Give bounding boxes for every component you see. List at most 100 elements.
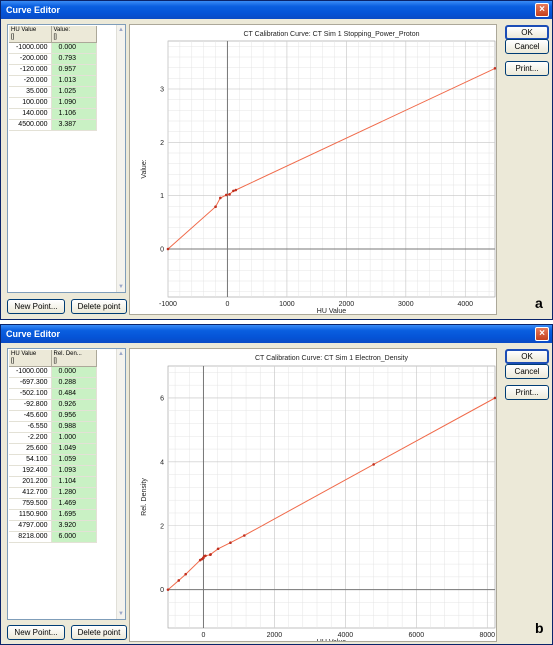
scroll-down-icon[interactable]: ▼ xyxy=(117,610,125,618)
value-cell[interactable]: 0.793 xyxy=(51,53,97,65)
value-cell[interactable]: 0.000 xyxy=(51,366,97,378)
value-cell[interactable]: 0.000 xyxy=(51,42,97,54)
value-cell[interactable]: 0.988 xyxy=(51,421,97,433)
value-cell[interactable]: 0.957 xyxy=(51,64,97,76)
hu-value-cell[interactable]: -1000.000 xyxy=(9,366,52,378)
table-row[interactable]: -92.800 0.926 xyxy=(9,399,97,411)
hu-value-cell[interactable]: 201.200 xyxy=(9,476,52,488)
table-row[interactable]: -45.600 0.956 xyxy=(9,410,97,422)
close-icon[interactable]: × xyxy=(535,3,549,17)
hu-value-cell[interactable]: 54.100 xyxy=(9,454,52,466)
data-point[interactable] xyxy=(166,247,170,251)
close-icon[interactable]: × xyxy=(535,327,549,341)
table-scrollbar[interactable]: ▲ ▼ xyxy=(116,349,125,619)
value-cell[interactable]: 1.013 xyxy=(51,75,97,87)
hu-value-cell[interactable]: 140.000 xyxy=(9,108,52,120)
value-cell[interactable]: 1.090 xyxy=(51,97,97,109)
cancel-button[interactable]: Cancel xyxy=(505,39,549,54)
value-cell[interactable]: 1.695 xyxy=(51,509,97,521)
ok-button[interactable]: OK xyxy=(505,25,549,40)
hu-value-cell[interactable]: -6.550 xyxy=(9,421,52,433)
new-point-button[interactable]: New Point... xyxy=(7,625,65,640)
hu-value-cell[interactable]: 4500.000 xyxy=(9,119,52,131)
table-row[interactable]: 412.700 1.280 xyxy=(9,487,97,499)
value-cell[interactable]: 1.104 xyxy=(51,476,97,488)
value-cell[interactable]: 1.469 xyxy=(51,498,97,510)
table-row[interactable]: 54.100 1.059 xyxy=(9,454,97,466)
table-row[interactable]: -6.550 0.988 xyxy=(9,421,97,433)
delete-point-button[interactable]: Delete point xyxy=(71,299,127,314)
data-point[interactable] xyxy=(209,553,212,556)
hu-value-cell[interactable]: 4797.000 xyxy=(9,520,52,532)
hu-value-cell[interactable]: 8218.000 xyxy=(9,531,52,543)
calibration-table[interactable]: HU Value[] Rel. Den...[] -1000.000 0.000-… xyxy=(7,348,126,620)
delete-point-button[interactable]: Delete point xyxy=(71,625,127,640)
data-point[interactable] xyxy=(243,534,246,537)
hu-value-cell[interactable]: -1000.000 xyxy=(9,42,52,54)
hu-value-cell[interactable]: -200.000 xyxy=(9,53,52,65)
table-row[interactable]: 35.000 1.025 xyxy=(9,86,97,98)
table-row[interactable]: 8218.000 6.000 xyxy=(9,531,97,543)
ok-button[interactable]: OK xyxy=(505,349,549,364)
value-cell[interactable]: 1.000 xyxy=(51,432,97,444)
column-header-hu[interactable]: HU Value[] xyxy=(9,26,52,43)
table-row[interactable]: 100.000 1.090 xyxy=(9,97,97,109)
table-row[interactable]: 759.500 1.469 xyxy=(9,498,97,510)
hu-value-cell[interactable]: -120.000 xyxy=(9,64,52,76)
table-row[interactable]: 25.600 1.049 xyxy=(9,443,97,455)
table-row[interactable]: 4797.000 3.920 xyxy=(9,520,97,532)
table-row[interactable]: -1000.000 0.000 xyxy=(9,42,97,54)
data-point[interactable] xyxy=(204,554,207,558)
scroll-down-icon[interactable]: ▼ xyxy=(117,283,125,291)
hu-value-cell[interactable]: -502.100 xyxy=(9,388,52,400)
data-point[interactable] xyxy=(232,189,235,193)
value-cell[interactable]: 1.059 xyxy=(51,454,97,466)
value-cell[interactable]: 3.920 xyxy=(51,520,97,532)
column-header-hu[interactable]: HU Value[] xyxy=(9,350,52,367)
data-point[interactable] xyxy=(219,196,222,200)
data-point[interactable] xyxy=(177,579,181,582)
column-header-value[interactable]: Value:[] xyxy=(51,26,97,43)
table-row[interactable]: -1000.000 0.000 xyxy=(9,366,97,378)
hu-value-cell[interactable]: 192.400 xyxy=(9,465,52,477)
hu-value-cell[interactable]: 412.700 xyxy=(9,487,52,499)
hu-value-cell[interactable]: -20.000 xyxy=(9,75,52,87)
table-scrollbar[interactable]: ▲ ▼ xyxy=(116,25,125,292)
data-point[interactable] xyxy=(214,205,217,209)
hu-value-cell[interactable]: -45.600 xyxy=(9,410,52,422)
table-row[interactable]: -120.000 0.957 xyxy=(9,64,97,76)
scroll-up-icon[interactable]: ▲ xyxy=(117,26,125,34)
hu-value-cell[interactable]: -2.200 xyxy=(9,432,52,444)
table-row[interactable]: 201.200 1.104 xyxy=(9,476,97,488)
data-point[interactable] xyxy=(166,588,170,591)
hu-value-cell[interactable]: 1150.900 xyxy=(9,509,52,521)
table-row[interactable]: 4500.000 3.387 xyxy=(9,119,97,131)
data-point[interactable] xyxy=(234,188,238,192)
table-row[interactable]: 1150.900 1.695 xyxy=(9,509,97,521)
table-row[interactable]: -697.300 0.288 xyxy=(9,377,97,389)
value-cell[interactable]: 0.484 xyxy=(51,388,97,400)
value-cell[interactable]: 1.106 xyxy=(51,108,97,120)
value-cell[interactable]: 0.956 xyxy=(51,410,97,422)
hu-value-cell[interactable]: 759.500 xyxy=(9,498,52,510)
data-point[interactable] xyxy=(228,193,231,196)
data-point[interactable] xyxy=(224,193,228,197)
value-cell[interactable]: 1.093 xyxy=(51,465,97,477)
data-point[interactable] xyxy=(184,572,187,576)
value-cell[interactable]: 6.000 xyxy=(51,531,97,543)
table-row[interactable]: 140.000 1.106 xyxy=(9,108,97,120)
value-cell[interactable]: 1.280 xyxy=(51,487,97,499)
hu-value-cell[interactable]: 100.000 xyxy=(9,97,52,109)
table-row[interactable]: -2.200 1.000 xyxy=(9,432,97,444)
print-button[interactable]: Print... xyxy=(505,61,549,76)
table-row[interactable]: -20.000 1.013 xyxy=(9,75,97,87)
column-header-rel-density[interactable]: Rel. Den...[] xyxy=(51,350,97,367)
value-cell[interactable]: 3.387 xyxy=(51,119,97,131)
print-button[interactable]: Print... xyxy=(505,385,549,400)
hu-value-cell[interactable]: -697.300 xyxy=(9,377,52,389)
value-cell[interactable]: 1.025 xyxy=(51,86,97,98)
data-point[interactable] xyxy=(372,463,375,466)
value-cell[interactable]: 0.926 xyxy=(51,399,97,411)
scroll-up-icon[interactable]: ▲ xyxy=(117,350,125,358)
value-cell[interactable]: 0.288 xyxy=(51,377,97,389)
